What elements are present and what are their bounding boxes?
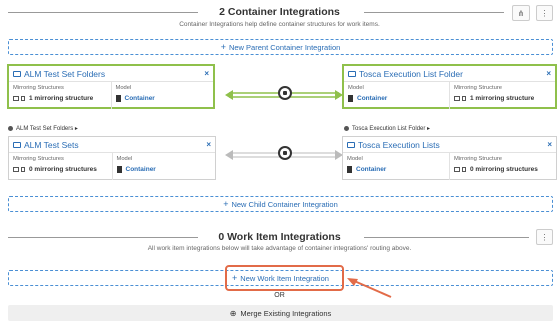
child-right-card[interactable]: Tosca Execution Lists × Model Container … bbox=[342, 136, 557, 180]
plus-icon: + bbox=[223, 199, 229, 209]
stop-icon bbox=[283, 151, 287, 155]
header-line-right bbox=[364, 12, 504, 13]
model-cell: Model Container bbox=[344, 82, 449, 109]
parent-left-card[interactable]: ALM Test Set Folders × Mirroring Structu… bbox=[7, 64, 215, 109]
folder-icon bbox=[13, 141, 21, 148]
cell-value[interactable]: 0 mirroring structures bbox=[454, 166, 552, 173]
folder-icon bbox=[13, 70, 21, 77]
cell-label: Model bbox=[347, 156, 363, 162]
cell-value[interactable]: Container bbox=[115, 95, 210, 102]
cell-value[interactable]: Container bbox=[116, 166, 212, 173]
document-icon bbox=[115, 95, 121, 102]
card-body: Mirroring Structures 0 mirroring structu… bbox=[9, 153, 215, 180]
model-cell: Model Container bbox=[110, 82, 214, 109]
cell-label: Mirroring Structures bbox=[13, 85, 64, 91]
mirroring-cell: Mirroring Structure 1 mirroring structur… bbox=[449, 82, 555, 109]
cell-value[interactable]: 1 mirroring structure bbox=[13, 95, 107, 102]
cell-value[interactable]: Container bbox=[348, 95, 445, 102]
card-header: Tosca Execution Lists × bbox=[343, 137, 556, 153]
breadcrumb-text: Tosca Execution List Folder ▸ bbox=[352, 125, 431, 132]
mirror-icon bbox=[454, 167, 466, 172]
parent-right-card[interactable]: Tosca Execution List Folder × Model Cont… bbox=[342, 64, 557, 109]
mirror-icon bbox=[454, 96, 466, 101]
close-icon[interactable]: × bbox=[547, 140, 552, 149]
or-label: OR bbox=[274, 292, 285, 299]
merge-integrations-button[interactable]: ⊕ Merge Existing Integrations bbox=[8, 305, 553, 321]
breadcrumb-text: ALM Test Set Folders ▸ bbox=[16, 125, 78, 132]
merge-label: Merge Existing Integrations bbox=[240, 308, 332, 318]
model-cell: Model Container bbox=[111, 153, 216, 180]
model-cell: Model Container bbox=[343, 153, 449, 180]
mirroring-cell: Mirroring Structures 1 mirroring structu… bbox=[9, 82, 111, 109]
mirroring-cell: Mirroring Structures 0 mirroring structu… bbox=[9, 153, 112, 180]
new-child-container-button[interactable]: + New Child Container Integration bbox=[8, 196, 553, 212]
new-child-container-label: New Child Container Integration bbox=[231, 199, 338, 209]
kebab-icon: ⋮ bbox=[540, 8, 549, 18]
mirror-icon bbox=[13, 96, 25, 101]
child-right-breadcrumb[interactable]: Tosca Execution List Folder ▸ bbox=[344, 123, 430, 133]
close-icon[interactable]: × bbox=[204, 69, 209, 78]
plus-icon: + bbox=[220, 42, 226, 52]
document-icon bbox=[348, 95, 353, 102]
card-title: ALM Test Sets bbox=[24, 139, 79, 150]
card-header: Tosca Execution List Folder × bbox=[344, 66, 555, 82]
card-header: ALM Test Sets × bbox=[9, 137, 215, 153]
cell-label: Model bbox=[348, 85, 364, 91]
card-body: Model Container Mirroring Structure 0 mi… bbox=[343, 153, 556, 180]
cell-label: Mirroring Structure bbox=[454, 156, 502, 162]
close-icon[interactable]: × bbox=[206, 140, 211, 149]
document-icon bbox=[116, 166, 122, 173]
highlight-box bbox=[225, 265, 344, 291]
child-left-breadcrumb[interactable]: ALM Test Set Folders ▸ bbox=[8, 123, 78, 133]
new-parent-container-label: New Parent Container Integration bbox=[228, 42, 341, 52]
hierarchy-view-button[interactable]: ⋔ bbox=[512, 5, 530, 21]
integration-icon bbox=[344, 125, 349, 131]
cell-value[interactable]: 1 mirroring structure bbox=[454, 95, 551, 102]
card-title: ALM Test Set Folders bbox=[24, 68, 106, 79]
kebab-icon: ⋮ bbox=[540, 232, 549, 242]
folder-icon bbox=[347, 141, 355, 148]
mirror-icon bbox=[13, 167, 25, 172]
cell-value[interactable]: 0 mirroring structures bbox=[13, 166, 108, 173]
hierarchy-icon: ⋔ bbox=[517, 8, 525, 18]
merge-icon: ⊕ bbox=[229, 308, 237, 318]
cell-value[interactable]: Container bbox=[347, 166, 445, 173]
folder-icon bbox=[348, 70, 356, 77]
more-options-button[interactable]: ⋮ bbox=[536, 5, 553, 21]
card-title: Tosca Execution List Folder bbox=[359, 68, 463, 79]
cell-label: Mirroring Structures bbox=[13, 156, 64, 162]
close-icon[interactable]: × bbox=[546, 69, 551, 78]
header-line-right bbox=[364, 237, 529, 238]
new-parent-container-button[interactable]: + New Parent Container Integration bbox=[8, 39, 553, 55]
card-body: Model Container Mirroring Structure 1 mi… bbox=[344, 82, 555, 109]
document-icon bbox=[347, 166, 352, 173]
card-header: ALM Test Set Folders × bbox=[9, 66, 213, 82]
card-title: Tosca Execution Lists bbox=[358, 139, 440, 150]
work-item-options-button[interactable]: ⋮ bbox=[536, 229, 553, 245]
cell-label: Mirroring Structure bbox=[454, 85, 502, 91]
work-item-section-subtitle: All work item integrations below will ta… bbox=[147, 245, 412, 252]
integration-icon bbox=[8, 125, 13, 131]
container-section-subtitle: Container Integrations help define conta… bbox=[179, 21, 380, 28]
cell-label: Model bbox=[116, 156, 133, 162]
parent-sync-button[interactable] bbox=[278, 86, 292, 100]
card-body: Mirroring Structures 1 mirroring structu… bbox=[9, 82, 213, 109]
child-sync-button[interactable] bbox=[278, 146, 292, 160]
stop-icon bbox=[283, 91, 287, 95]
mirroring-cell: Mirroring Structure 0 mirroring structur… bbox=[449, 153, 556, 180]
child-left-card[interactable]: ALM Test Sets × Mirroring Structures 0 m… bbox=[8, 136, 216, 180]
cell-label: Model bbox=[115, 85, 132, 91]
